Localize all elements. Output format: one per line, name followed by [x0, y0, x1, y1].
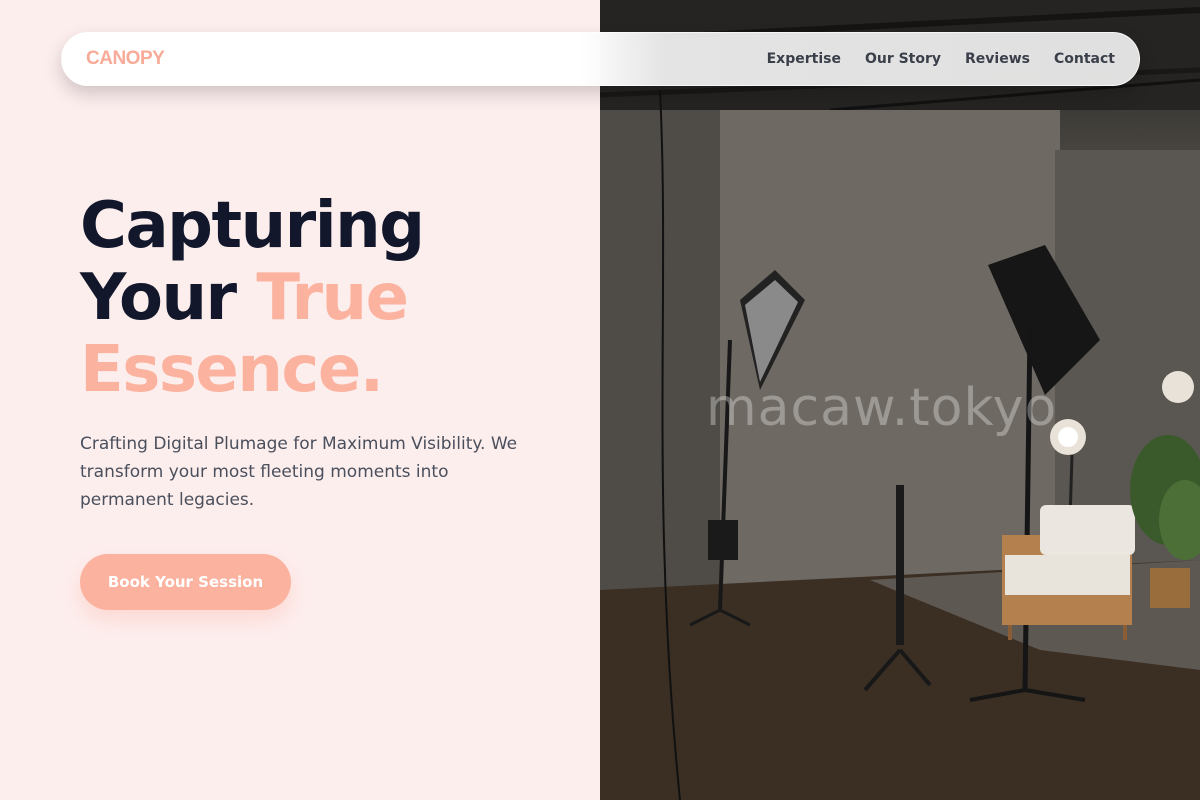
hero-title-word-your: Your [80, 261, 257, 335]
hero-title-line-1: Capturing [80, 189, 425, 263]
hero-title-line-3: Essence. [80, 333, 384, 407]
nav-link-expertise[interactable]: Expertise [767, 51, 841, 67]
nav-link-reviews[interactable]: Reviews [965, 51, 1030, 67]
hero-title-accent-true: True [256, 261, 409, 335]
image-watermark: macaw.tokyo [706, 378, 1058, 438]
hero-image: macaw.tokyo [600, 0, 1200, 800]
nav-link-contact[interactable]: Contact [1054, 51, 1115, 67]
nav-links: Expertise Our Story Reviews Contact [767, 51, 1115, 67]
nav-link-our-story[interactable]: Our Story [865, 51, 941, 67]
top-navbar: CANOPY Expertise Our Story Reviews Conta… [61, 32, 1140, 86]
hero-title-line-2: Your True [80, 262, 424, 334]
brand-logo[interactable]: CANOPY [86, 48, 165, 70]
book-session-button[interactable]: Book Your Session [80, 554, 291, 610]
hero-title: Capturing Your True Essence. [80, 189, 425, 407]
hero-subtitle: Crafting Digital Plumage for Maximum Vis… [80, 434, 518, 510]
